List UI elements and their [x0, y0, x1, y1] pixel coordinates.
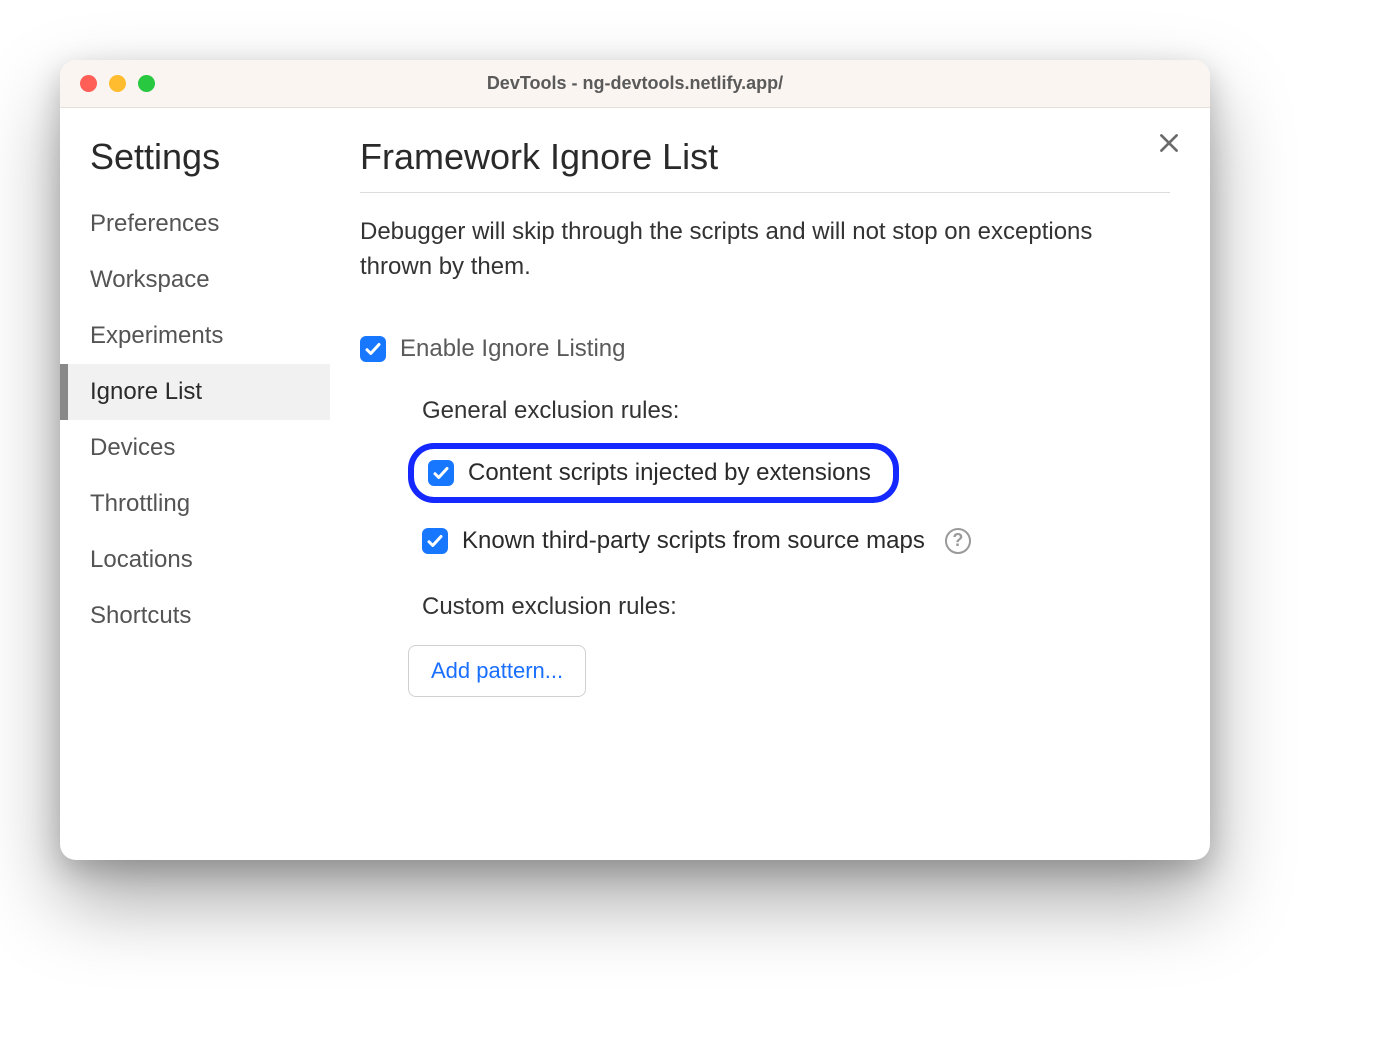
- window-close-button[interactable]: [80, 75, 97, 92]
- content-scripts-rule-label: Content scripts injected by extensions: [468, 459, 871, 487]
- window-minimize-button[interactable]: [109, 75, 126, 92]
- custom-rules-label: Custom exclusion rules:: [422, 593, 1170, 621]
- sidebar-title: Settings: [60, 136, 330, 196]
- sidebar-item-locations[interactable]: Locations: [60, 532, 330, 588]
- general-rules-group: Content scripts injected by extensions K…: [408, 443, 1170, 565]
- third-party-rule-row[interactable]: Known third-party scripts from source ma…: [408, 517, 1170, 565]
- sidebar-item-workspace[interactable]: Workspace: [60, 252, 330, 308]
- page-title: Framework Ignore List: [360, 136, 1170, 193]
- checkbox-checked-icon[interactable]: [422, 528, 448, 554]
- enable-ignore-listing-label: Enable Ignore Listing: [400, 335, 626, 363]
- help-icon[interactable]: ?: [945, 528, 971, 554]
- sidebar-item-preferences[interactable]: Preferences: [60, 196, 330, 252]
- general-rules-label: General exclusion rules:: [422, 397, 1170, 425]
- settings-content: Settings Preferences Workspace Experimen…: [60, 108, 1210, 860]
- traffic-lights: [60, 75, 155, 92]
- window-maximize-button[interactable]: [138, 75, 155, 92]
- window-titlebar: DevTools - ng-devtools.netlify.app/: [60, 60, 1210, 108]
- settings-main: Framework Ignore List Debugger will skip…: [330, 108, 1210, 860]
- settings-window: DevTools - ng-devtools.netlify.app/ Sett…: [60, 60, 1210, 860]
- enable-ignore-listing-row[interactable]: Enable Ignore Listing: [360, 335, 1170, 363]
- sidebar-item-shortcuts[interactable]: Shortcuts: [60, 588, 330, 644]
- add-pattern-button[interactable]: Add pattern...: [408, 645, 586, 697]
- checkbox-checked-icon[interactable]: [360, 336, 386, 362]
- checkbox-checked-icon[interactable]: [428, 460, 454, 486]
- page-description: Debugger will skip through the scripts a…: [360, 215, 1170, 285]
- sidebar-item-devices[interactable]: Devices: [60, 420, 330, 476]
- settings-sidebar: Settings Preferences Workspace Experimen…: [60, 108, 330, 860]
- close-icon[interactable]: [1156, 130, 1182, 161]
- sidebar-item-experiments[interactable]: Experiments: [60, 308, 330, 364]
- content-scripts-rule-row[interactable]: Content scripts injected by extensions: [408, 443, 899, 503]
- window-title: DevTools - ng-devtools.netlify.app/: [60, 73, 1210, 94]
- third-party-rule-label: Known third-party scripts from source ma…: [462, 527, 925, 555]
- sidebar-item-throttling[interactable]: Throttling: [60, 476, 330, 532]
- sidebar-item-ignore-list[interactable]: Ignore List: [60, 364, 330, 420]
